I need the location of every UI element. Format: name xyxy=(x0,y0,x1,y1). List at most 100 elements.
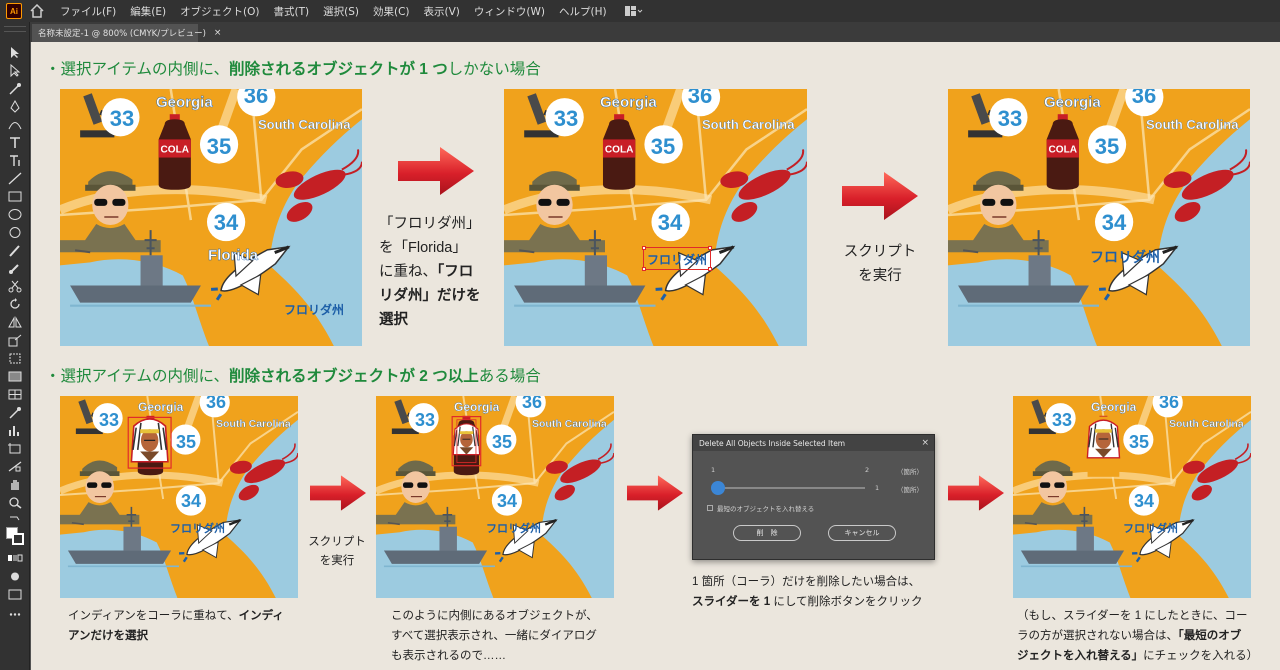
swap-colors-icon[interactable] xyxy=(7,512,23,525)
direct-selection-tool-icon[interactable] xyxy=(7,62,23,78)
workspace-switcher-icon[interactable] xyxy=(624,5,643,17)
caption-arrow-line1: スクリプト xyxy=(308,536,366,548)
scissors-tool-icon[interactable] xyxy=(7,278,23,293)
number-33-label: 33 xyxy=(109,106,135,131)
caption2-line2: を実行 xyxy=(858,268,902,284)
rotate-tool-icon[interactable] xyxy=(7,296,23,309)
reflect-tool-icon[interactable] xyxy=(7,314,23,328)
number-33-label: 33 xyxy=(98,409,120,430)
caption1-line2: を「Florida」 xyxy=(379,240,467,256)
menu-view[interactable]: 表示(V) xyxy=(424,4,460,19)
menu-file[interactable]: ファイル(F) xyxy=(60,4,116,19)
slider-unit-bottom: （箇所） xyxy=(897,486,923,494)
number-36-label: 36 xyxy=(205,396,227,412)
screen-mode-icon[interactable] xyxy=(7,586,23,600)
map-panel-result: 33 35 34 36 Georgia South Carolina フロリダ州 xyxy=(1013,396,1251,598)
selection-tool-icon[interactable] xyxy=(7,44,23,58)
section2-heading-post: ある場合 xyxy=(478,368,541,385)
georgia-label: Georgia xyxy=(156,94,213,111)
slider-max-label: 2 xyxy=(865,466,870,474)
caption-run-script-2: スクリプト を実行 xyxy=(299,533,375,571)
mesh-tool-icon[interactable] xyxy=(7,386,23,400)
number-33-label: 33 xyxy=(997,106,1023,131)
south-carolina-label: South Carolina xyxy=(216,418,291,430)
count-slider-track[interactable] xyxy=(713,487,865,489)
zoom-tool-icon[interactable] xyxy=(7,494,23,509)
menu-object[interactable]: オブジェクト(O) xyxy=(180,4,259,19)
paintbrush-tool-icon[interactable] xyxy=(7,242,23,257)
selection-handle[interactable] xyxy=(642,267,646,271)
note-select-indian: インディアンをコーラに重ねて、インディ アンだけを選択 xyxy=(68,606,284,646)
cancel-button[interactable]: キャンセル xyxy=(828,525,896,541)
checkbox-box[interactable] xyxy=(707,505,713,511)
pen-tool-icon[interactable] xyxy=(7,98,23,113)
note4-line3: にチェックを入れる） xyxy=(1143,650,1259,662)
document-tab[interactable]: 名称未設定-1 @ 800% (CMYK/プレビュー) × xyxy=(32,24,221,42)
hand-tool-icon[interactable] xyxy=(7,476,23,490)
menu-select[interactable]: 選択(S) xyxy=(323,4,359,19)
map-panel-after: 33 35 34 36 Georgia South Carolina フロリダ州 xyxy=(948,89,1250,346)
type-tool-icon[interactable] xyxy=(7,134,23,148)
menu-type[interactable]: 書式(T) xyxy=(274,4,310,19)
draw-mode-icon[interactable] xyxy=(7,568,23,581)
selection-handle[interactable] xyxy=(642,246,646,250)
number-33-label: 33 xyxy=(1051,409,1073,430)
note3-line2: にして削除ボタンをクリック xyxy=(770,596,923,608)
caption-arrow-line2: を実行 xyxy=(319,555,355,567)
vertical-type-tool-icon[interactable] xyxy=(7,152,23,166)
stroke-color-swatch[interactable] xyxy=(12,533,24,545)
note1-line1: インディアンをコーラに重ねて、 xyxy=(68,610,239,622)
selection-handle[interactable] xyxy=(708,267,713,271)
caption1-line3: に重ね、 xyxy=(379,264,437,280)
right-arrow-icon xyxy=(948,475,1004,511)
line-tool-icon[interactable] xyxy=(7,170,23,185)
florida-jp-selected-label[interactable]: フロリダ州 xyxy=(642,246,713,271)
blob-brush-tool-icon[interactable] xyxy=(7,260,23,274)
number-33-label: 33 xyxy=(414,409,436,430)
checkbox-label: 最短のオブジェクトを入れ替える xyxy=(717,505,815,513)
note1-line2-bold: アンだけを選択 xyxy=(68,630,149,642)
curvature-tool-icon[interactable] xyxy=(7,116,23,130)
polygon-tool-icon[interactable] xyxy=(7,224,23,238)
magic-wand-tool-icon[interactable] xyxy=(7,80,23,95)
eyedropper-tool-icon[interactable] xyxy=(7,404,23,419)
more-tools-icon[interactable] xyxy=(7,606,23,619)
number-36-label: 36 xyxy=(1131,89,1157,108)
number-34-label: 34 xyxy=(496,490,518,511)
caption1-line3-bold: 「フロ xyxy=(437,264,474,280)
menu-help[interactable]: ヘルプ(H) xyxy=(559,4,607,19)
panel-grip[interactable] xyxy=(4,26,26,32)
gradient-tool-icon[interactable] xyxy=(7,368,23,382)
slice-tool-icon[interactable] xyxy=(7,458,23,472)
south-carolina-label: South Carolina xyxy=(532,418,607,430)
menu-effect[interactable]: 効果(C) xyxy=(373,4,410,19)
menu-window[interactable]: ウィンドウ(W) xyxy=(474,4,545,19)
section1-heading-bold: 削除されるオブジェクトが 1 つ xyxy=(229,61,448,78)
map-panel-inside-selected: 33 35 34 36 Georgia South Carolina フロリダ州 xyxy=(376,396,614,598)
close-tab-icon[interactable]: × xyxy=(214,28,222,38)
swap-shortest-checkbox[interactable]: 最短のオブジェクトを入れ替える xyxy=(707,503,814,513)
artboard-tool-icon[interactable] xyxy=(7,440,23,454)
caption2-line1: スクリプト xyxy=(843,244,917,260)
selection-handle[interactable] xyxy=(708,246,713,250)
south-carolina-label: South Carolina xyxy=(1169,418,1244,430)
rectangle-tool-icon[interactable] xyxy=(7,188,23,202)
scale-tool-icon[interactable] xyxy=(7,332,23,347)
ellipse-tool-icon[interactable] xyxy=(7,206,23,220)
note-slider-instruction: 1 箇所（コーラ）だけを削除したい場合は、 スライダーを 1 にして削除ボタンを… xyxy=(692,572,923,612)
note3-line2-bold: スライダーを 1 xyxy=(692,596,771,608)
note4-line2: ラの方が選択されない場合は、 xyxy=(1017,630,1178,642)
artboard-canvas[interactable]: ・選択アイテムの内側に、削除されるオブジェクトが 1 つしかない場合 33 35… xyxy=(31,42,1280,670)
map-panel-indian-selected: 33 35 34 36 Georgia South Carolina フロリダ州 xyxy=(60,396,298,598)
number-35-label: 35 xyxy=(1094,134,1120,159)
count-slider-knob[interactable] xyxy=(711,481,725,495)
free-transform-tool-icon[interactable] xyxy=(7,350,23,364)
menu-edit[interactable]: 編集(E) xyxy=(130,4,166,19)
color-mode-icons[interactable] xyxy=(7,550,23,563)
slider-unit-top: （箇所） xyxy=(897,468,923,476)
home-icon[interactable] xyxy=(30,4,44,18)
delete-button[interactable]: 削 除 xyxy=(733,525,801,541)
dialog-close-icon[interactable]: × xyxy=(921,438,929,448)
right-arrow-icon xyxy=(627,475,683,511)
graph-tool-icon[interactable] xyxy=(7,422,23,436)
